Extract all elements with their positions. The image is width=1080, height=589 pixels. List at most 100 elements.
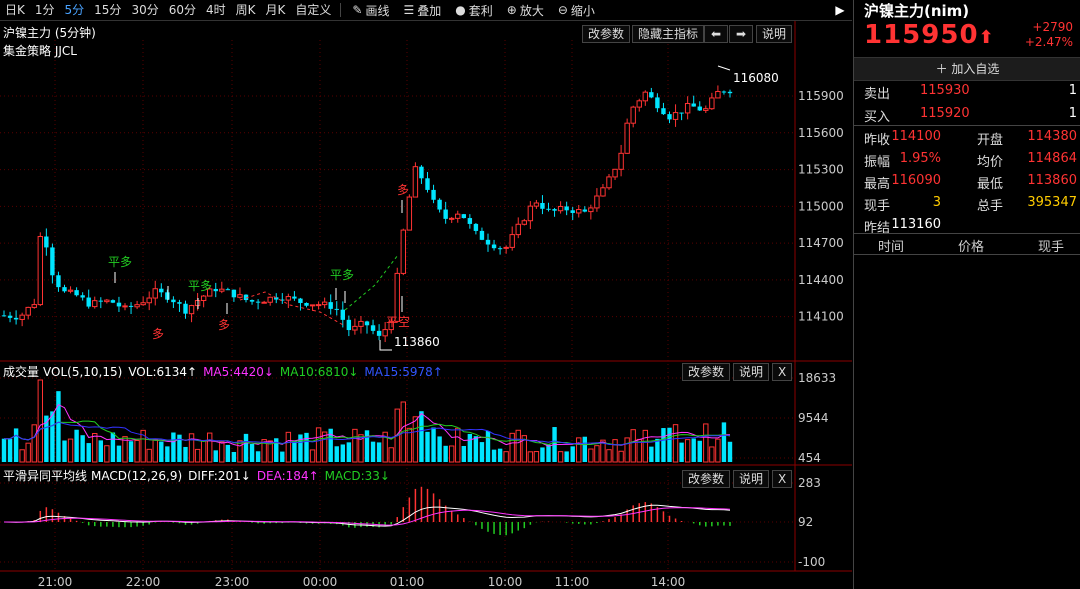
quote-title: 沪镍主力(nim)	[864, 2, 970, 20]
stat-value: 114864	[1027, 151, 1077, 166]
macd-params-button[interactable]: 改参数	[682, 470, 731, 488]
candle-body	[31, 304, 37, 308]
volume-bar	[225, 444, 231, 462]
volume-bar	[213, 450, 218, 462]
candle-body	[237, 294, 243, 298]
divider	[854, 233, 1080, 234]
candle-body	[44, 236, 49, 248]
candle-body	[624, 122, 630, 154]
vol-label: 成交量	[3, 365, 40, 379]
last-price: 115950⬆	[864, 20, 995, 50]
prev-arrow-icon[interactable]: ⬅	[704, 25, 728, 43]
vol-tick: 9544	[798, 411, 829, 425]
macd-tick: -100	[798, 555, 825, 569]
candle-body	[98, 300, 103, 302]
vol-tick: 454	[798, 451, 821, 465]
candle-body	[19, 314, 25, 320]
chart-canvas[interactable]: 115900 115600 115300 115000 114700 114400 1141…	[0, 0, 852, 589]
candle-body	[376, 330, 382, 336]
up-arrow-icon: ⬆	[978, 27, 995, 48]
vol-close-button[interactable]: X	[772, 363, 793, 381]
candle-body	[364, 321, 370, 326]
macd-help-button[interactable]: 说明	[733, 470, 770, 488]
main-help-button[interactable]: 说明	[756, 25, 793, 43]
volume-bar	[624, 437, 630, 463]
candle-body	[455, 213, 461, 219]
candle-body	[165, 292, 170, 300]
volume-bar	[642, 429, 648, 463]
volume-bar	[655, 438, 660, 462]
col-header-time: 时间	[878, 240, 905, 255]
volume-bar	[340, 444, 345, 462]
time-tick: 00:00	[303, 575, 338, 589]
volume-bar	[425, 431, 430, 462]
candle-body	[62, 287, 67, 292]
candle-body	[249, 300, 255, 302]
volume-bar	[104, 445, 110, 463]
time-tick: 01:00	[390, 575, 425, 589]
candle-body	[86, 297, 91, 307]
vol-help-button[interactable]: 说明	[733, 363, 770, 381]
candle-body	[527, 205, 534, 222]
hide-indicator-button[interactable]: 隐藏主指标	[632, 25, 705, 43]
candle-body	[122, 305, 128, 308]
volume-bar	[630, 429, 636, 463]
volume-bar	[334, 446, 339, 462]
volume-bar	[1, 438, 7, 462]
signal-label: 多	[152, 327, 164, 341]
macd-value: MACD:33↓	[324, 468, 390, 483]
candle-body	[600, 187, 606, 197]
volume-bar	[455, 427, 461, 463]
add-favorite-button[interactable]: ＋ 加入自选	[854, 57, 1080, 81]
time-tick: 14:00	[651, 575, 686, 589]
volume-bar	[582, 436, 587, 462]
volume-bar	[485, 430, 491, 462]
stat-label: 均价	[977, 155, 1004, 170]
candle-body	[231, 289, 237, 298]
macd-close-button[interactable]: X	[772, 470, 793, 488]
candle-body	[467, 218, 473, 224]
volume-bar	[376, 442, 382, 462]
strategy-label: 集金策略 JJCL	[3, 44, 77, 58]
candle-body	[606, 176, 612, 189]
volume-bar	[171, 432, 176, 462]
stat-row: 最高 116090 最低 113860	[854, 170, 1080, 192]
candle-body	[37, 236, 43, 306]
candle-body	[225, 289, 231, 291]
stat-value: 113160	[891, 217, 941, 232]
stat-value: 116090	[891, 173, 941, 188]
volume-bar	[13, 428, 19, 462]
volume-bar	[146, 448, 152, 463]
volume-bar	[346, 442, 352, 462]
volume-bar	[697, 440, 702, 462]
candle-body	[321, 301, 328, 306]
volume-bar	[727, 441, 733, 462]
volume-bar	[546, 444, 551, 462]
candle-body	[721, 91, 727, 93]
volume-bar	[703, 423, 709, 463]
candle-body	[358, 320, 364, 327]
next-arrow-icon[interactable]: ➡	[729, 25, 753, 43]
time-tick: 10:00	[488, 575, 523, 589]
volume-bar	[449, 445, 455, 463]
candle-body	[110, 300, 116, 303]
volume-bar	[503, 451, 509, 463]
candle-body	[473, 223, 479, 231]
signal-label: 平多	[108, 255, 132, 269]
candle-body	[267, 296, 273, 303]
candle-body	[594, 195, 600, 209]
signal-label: 多	[397, 183, 409, 197]
main-params-button[interactable]: 改参数	[582, 25, 631, 43]
candle-body	[406, 196, 413, 231]
vol-params-button[interactable]: 改参数	[682, 363, 731, 381]
candle-body	[1, 315, 7, 317]
volume-bar	[321, 431, 328, 463]
volume-bar	[649, 446, 654, 462]
quote-panel: 沪镍主力(nim) 115950⬆ +2790 +2.47% ＋ 加入自选 卖出…	[853, 0, 1080, 589]
candle-body	[67, 289, 74, 292]
volume-bar	[37, 379, 43, 463]
candle-body	[485, 239, 491, 245]
volume-bar	[298, 434, 303, 462]
macd-pane-header: 平滑异同平均线 MACD(12,26,9) DIFF:201↓ DEA:184↑…	[3, 467, 390, 484]
add-favorite-label: 加入自选	[951, 62, 1000, 76]
